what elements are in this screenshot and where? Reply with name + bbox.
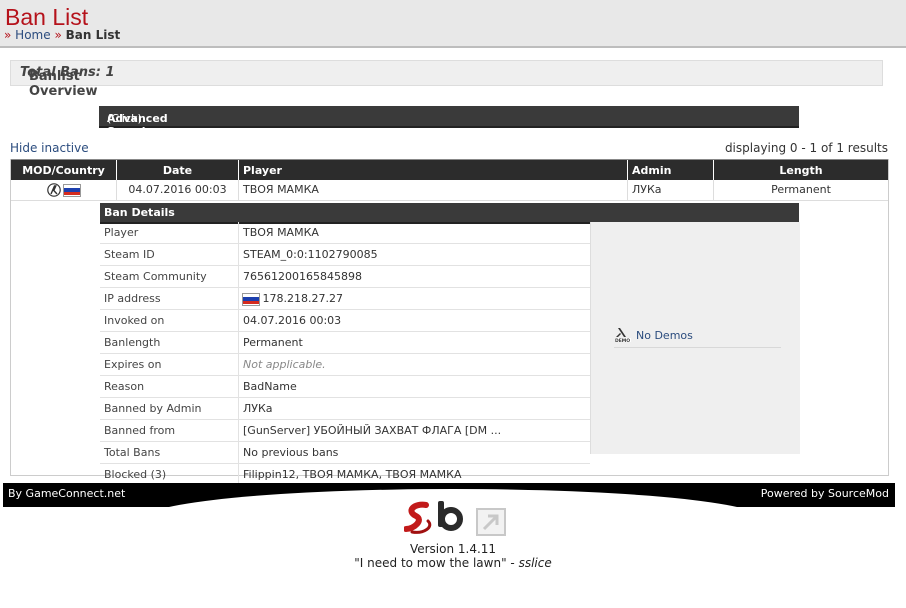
breadcrumb-home-link[interactable]: Home [15, 28, 50, 42]
table-header: MOD/Country Date Player Admin Length [11, 159, 888, 181]
header-length[interactable]: Length [714, 160, 888, 181]
detail-value: ЛУКа [243, 402, 273, 415]
ban-details-header: Ban Details [100, 203, 799, 224]
demo-icon: DEMO [615, 328, 631, 343]
footer-quote: "I need to mow the lawn" - sslice [0, 556, 906, 570]
detail-label: Expires on [100, 354, 239, 375]
header-player[interactable]: Player [239, 160, 628, 181]
overview-dash: - [29, 69, 35, 84]
detail-value: BadName [243, 380, 297, 393]
detail-row: IP address 178.218.27.27 [100, 288, 590, 310]
quote-separator: - [506, 556, 519, 570]
detail-row: Reason BadName [100, 376, 590, 398]
detail-row: Banned by Admin ЛУКа [100, 398, 590, 420]
detail-label[interactable]: Blocked (3) [100, 464, 239, 485]
breadcrumb-current: Ban List [65, 28, 121, 42]
overview-title: Banlist Overview [29, 69, 98, 99]
steam-community-link[interactable]: 76561200165845898 [240, 266, 590, 287]
ban-list-table: MOD/Country Date Player Admin Length 04.… [10, 159, 889, 486]
ban-details-title: Ban Details [104, 206, 175, 219]
external-link-icon[interactable] [476, 508, 506, 536]
breadcrumb-separator: » [54, 28, 62, 42]
table-row[interactable]: 04.07.2016 00:03 ТВОЯ МАМКА ЛУКа Permane… [11, 180, 888, 201]
gameconnect-credit-link[interactable]: By GameConnect.net [8, 487, 125, 500]
svg-text:DEMO: DEMO [615, 338, 630, 343]
page-title: Ban List [5, 4, 89, 30]
sourcebans-logo[interactable] [404, 499, 468, 535]
breadcrumb-separator: » [4, 28, 12, 42]
detail-row: Expires on Not applicable. [100, 354, 590, 376]
detail-row: Steam ID STEAM_0:0:1102790085 [100, 244, 590, 266]
results-count: displaying 0 - 1 of 1 results [724, 141, 888, 155]
detail-value: 04.07.2016 00:03 [243, 314, 342, 327]
half-life-mod-icon [46, 183, 61, 197]
detail-row: Player ТВОЯ МАМКА [100, 222, 590, 244]
header-admin[interactable]: Admin [628, 160, 714, 181]
detail-label: Invoked on [100, 310, 239, 331]
quote-author: sslice [518, 556, 552, 570]
detail-value: STEAM_0:0:1102790085 [243, 248, 378, 261]
ban-details-table: Player ТВОЯ МАМКА Steam ID STEAM_0:0:11027… [100, 222, 590, 486]
detail-row: Steam Community 76561200165845898 [100, 266, 590, 288]
header-mod-country[interactable]: MOD/Country [11, 160, 117, 181]
russia-flag-icon [64, 184, 81, 196]
no-demos-text: No Demos [636, 329, 693, 342]
advanced-search-hint: (Click) [107, 112, 142, 125]
detail-label: Reason [100, 376, 239, 397]
detail-label: Banned from [100, 420, 239, 441]
top-bar: Ban List » Home » Ban List [0, 0, 906, 48]
demo-entry: DEMO No Demos [614, 327, 781, 348]
detail-value: Permanent [243, 336, 303, 349]
detail-label: Total Bans [100, 442, 239, 463]
detail-label: Steam Community [100, 266, 239, 287]
hide-inactive-link[interactable]: Hide inactive [10, 141, 89, 155]
detail-label: Player [100, 222, 239, 243]
detail-label: Banlength [100, 332, 239, 353]
banlist-overview: Banlist Overview - Total Bans: 1 [10, 60, 883, 99]
detail-value: Filippin12, ТВОЯ МАМКА, ТВОЯ МАМКА [243, 468, 462, 481]
advanced-search-toggle[interactable]: Advanced Search (Click) [99, 106, 799, 138]
detail-value: Not applicable. [243, 358, 326, 371]
ip-address-value: 178.218.27.27 [262, 292, 343, 305]
detail-label: Banned by Admin [100, 398, 239, 419]
demos-panel: DEMO No Demos [590, 222, 800, 454]
detail-value: 178.218.27.27 [240, 288, 590, 309]
russia-flag-icon [243, 293, 259, 305]
detail-value: [GunServer] УБОЙНЫЙ ЗАХВАТ ФЛАГА [DM ... [243, 424, 502, 437]
sourcemod-credit-link[interactable]: Powered by SourceMod [761, 487, 889, 500]
version-text: Version 1.4.11 [409, 542, 497, 556]
detail-label: IP address [100, 288, 239, 309]
admin-cell: ЛУКа [628, 180, 714, 200]
mod-country-cell [11, 180, 117, 200]
detail-row: Banlength Permanent [100, 332, 590, 354]
detail-row: Invoked on 04.07.2016 00:03 [100, 310, 590, 332]
player-cell: ТВОЯ МАМКА [239, 180, 628, 200]
detail-row: Total Bans No previous bans [100, 442, 590, 464]
header-date[interactable]: Date [117, 160, 239, 181]
breadcrumb: » Home » Ban List [4, 28, 120, 42]
detail-value: ТВОЯ МАМКА [243, 226, 319, 239]
date-cell: 04.07.2016 00:03 [117, 180, 239, 200]
length-cell: Permanent [771, 183, 831, 196]
detail-row: Banned from [GunServer] УБОЙНЫЙ ЗАХВАТ ФЛ… [100, 420, 590, 442]
quote-text: "I need to mow the lawn" [354, 556, 507, 570]
detail-value: No previous bans [243, 446, 339, 459]
detail-label: Steam ID [100, 244, 239, 265]
